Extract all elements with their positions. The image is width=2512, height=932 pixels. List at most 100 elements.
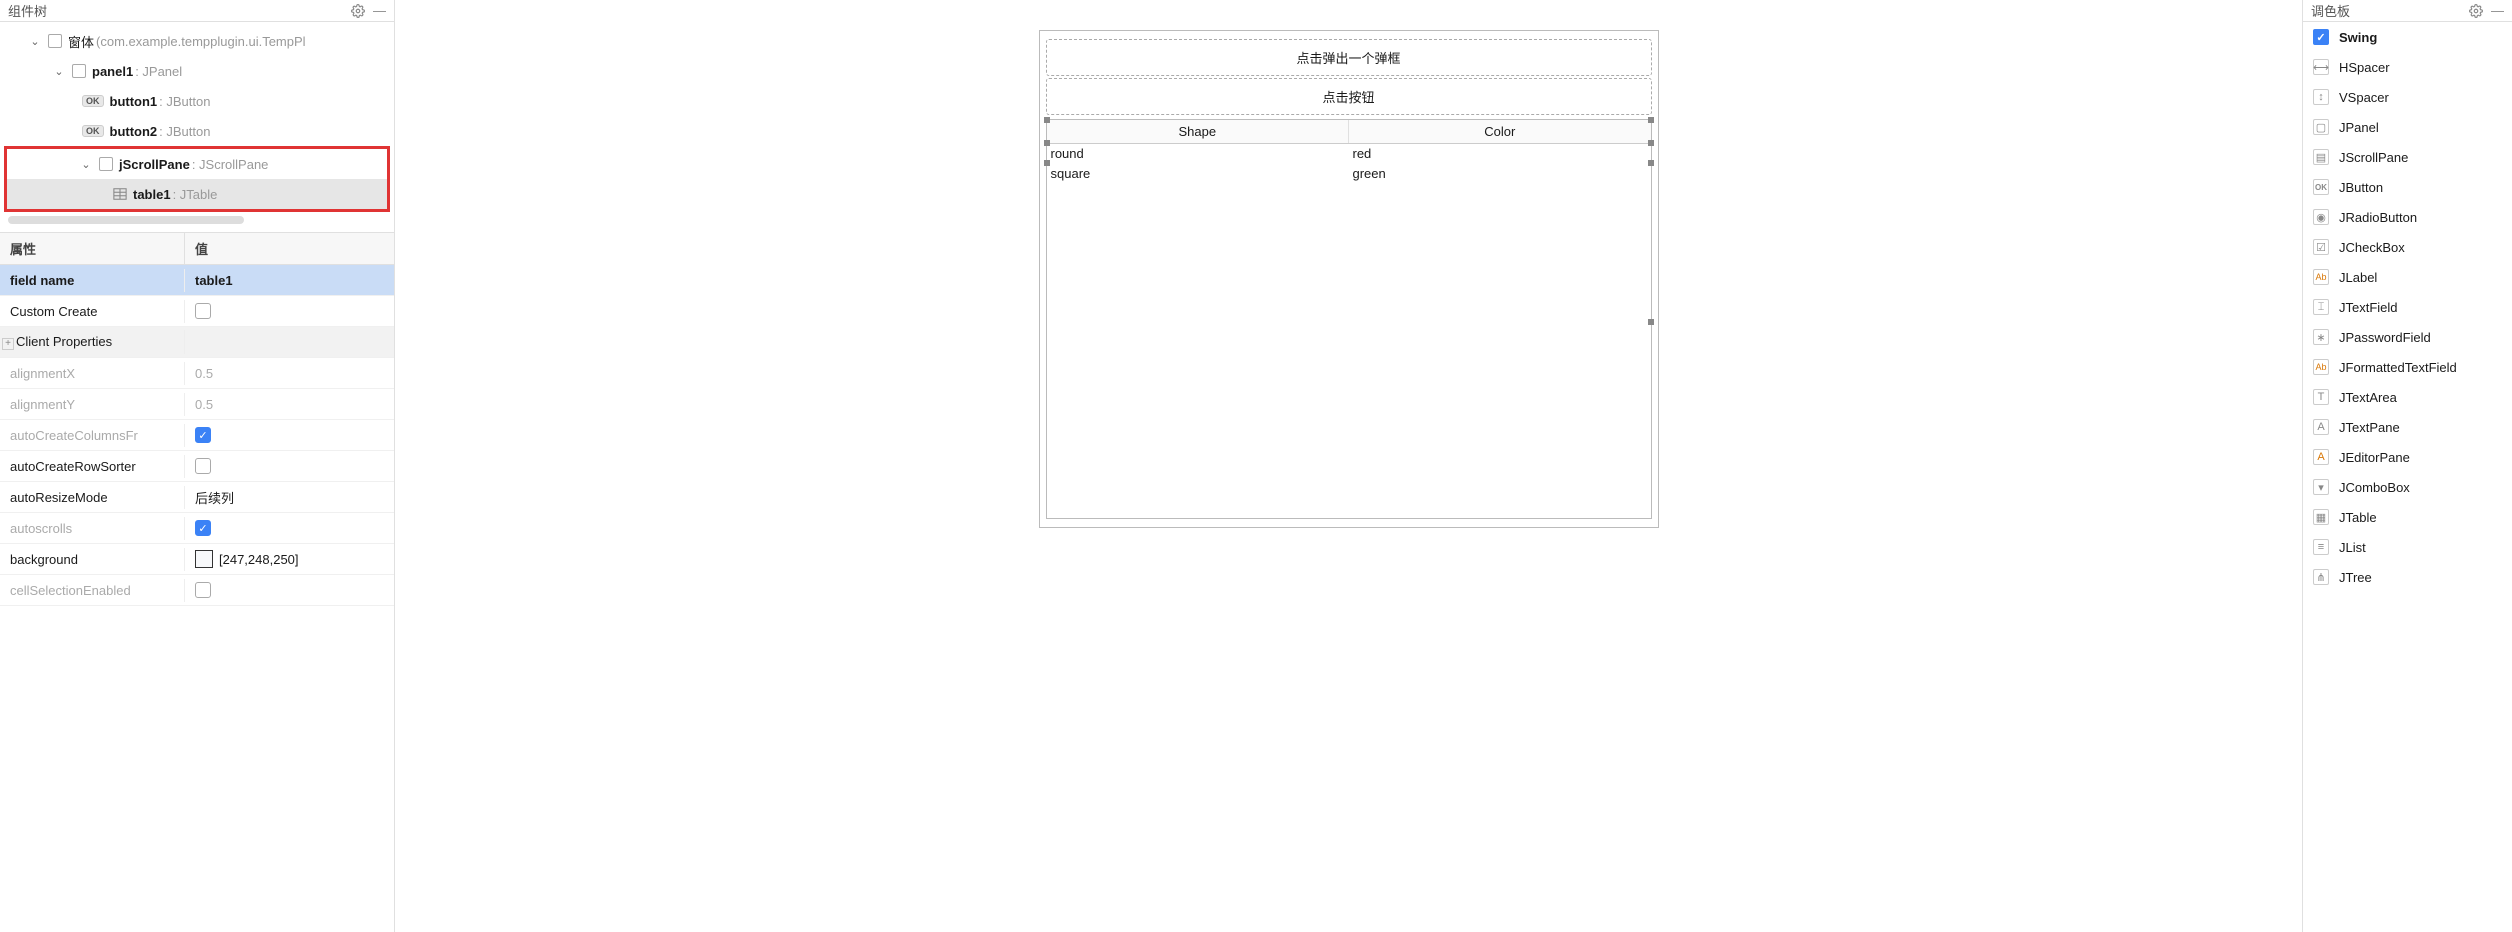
resize-handle[interactable] [1648,160,1654,166]
left-panel: 组件树 — ⌄ 窗体 (com.example.tempplugin.ui.Te… [0,0,395,932]
checkbox-icon: ☑ [2313,239,2329,255]
prop-row-background[interactable]: background [247,248,250] [0,544,394,575]
tree-type: : JScrollPane [192,157,269,172]
textfield-icon: ⌶ [2313,299,2329,315]
prop-row-autocreatecolumns[interactable]: autoCreateColumnsFr ✓ [0,420,394,451]
tree-label: panel1 [92,64,133,79]
editorpane-icon: A [2313,449,2329,465]
palette-jpasswordfield[interactable]: ∗JPasswordField [2303,322,2512,352]
prop-row-client-properties[interactable]: +Client Properties [0,327,394,358]
palette-jtree[interactable]: ⋔JTree [2303,562,2512,592]
ok-badge-icon: OK [82,125,104,137]
scrollbar[interactable] [8,216,244,224]
resize-handle[interactable] [1648,140,1654,146]
palette-jcheckbox[interactable]: ☑ JCheckBox [2303,232,2512,262]
palette-label: VSpacer [2339,90,2389,105]
palette-jscrollpane[interactable]: ▤JScrollPane [2303,142,2512,172]
table-header-cell: Shape [1047,120,1350,143]
palette-jlabel[interactable]: AbJLabel [2303,262,2512,292]
palette-jcombobox[interactable]: ▾JComboBox [2303,472,2512,502]
form-designer: 点击弹出一个弹框 点击按钮 Shape Color round red squa… [395,0,2302,932]
prop-value: 0.5 [185,362,394,385]
properties-panel: 属性 值 field name table1 Custom Create +Cl… [0,232,394,932]
prop-row-custom-create[interactable]: Custom Create [0,296,394,327]
palette-jpanel[interactable]: ▢JPanel [2303,112,2512,142]
preview-button-1[interactable]: 点击弹出一个弹框 [1046,39,1652,76]
palette-label: JCheckBox [2339,240,2405,255]
prop-name: autoCreateRowSorter [0,455,185,478]
tree-row-button1[interactable]: OK button1 : JButton [0,86,394,116]
prop-name: cellSelectionEnabled [0,579,185,602]
tree-type: : JTable [173,187,218,202]
checkbox-unchecked[interactable] [195,303,211,319]
checkbox-unchecked[interactable] [195,458,211,474]
color-swatch[interactable] [195,550,213,568]
palette-swing[interactable]: ✓ Swing [2303,22,2512,52]
tree-row-jscrollpane[interactable]: ⌄ jScrollPane : JScrollPane [7,149,387,179]
prop-row-field-name[interactable]: field name table1 [0,265,394,296]
expand-icon[interactable]: + [2,338,14,350]
tree-row-button2[interactable]: OK button2 : JButton [0,116,394,146]
preview-table[interactable]: Shape Color round red square green [1046,119,1652,519]
checkbox-unchecked[interactable] [195,582,211,598]
prop-value: 后续列 [185,484,394,511]
prop-name: background [0,548,185,571]
tree-row-table1[interactable]: table1 : JTable [7,179,387,209]
resize-handle[interactable] [1648,117,1654,123]
palette-hspacer[interactable]: ⟷HSpacer [2303,52,2512,82]
form-preview[interactable]: 点击弹出一个弹框 点击按钮 Shape Color round red squa… [1039,30,1659,528]
prop-row-autoresizemode[interactable]: autoResizeMode 后续列 [0,482,394,513]
chevron-down-icon: ⌄ [28,35,42,48]
gear-icon[interactable] [351,4,365,18]
prop-value: [247,248,250] [219,552,299,567]
palette-jformattedtextfield[interactable]: AbJFormattedTextField [2303,352,2512,382]
chevron-down-icon: ⌄ [52,65,66,78]
palette-label: JPasswordField [2339,330,2431,345]
prop-name: alignmentY [0,393,185,416]
palette-jtextpane[interactable]: AJTextPane [2303,412,2512,442]
tree-row-form[interactable]: ⌄ 窗体 (com.example.tempplugin.ui.TempPl [0,26,394,56]
tree-type: : JButton [159,124,210,139]
table-cell: round [1047,144,1349,164]
palette-jeditorpane[interactable]: AJEditorPane [2303,442,2512,472]
vspacer-icon: ↕ [2313,89,2329,105]
palette-jlist[interactable]: ≡JList [2303,532,2512,562]
palette-jbutton[interactable]: OKJButton [2303,172,2512,202]
formatted-icon: Ab [2313,359,2329,375]
palette-header: 调色板 — [2303,0,2512,22]
tree-row-panel1[interactable]: ⌄ panel1 : JPanel [0,56,394,86]
table-icon [113,187,127,201]
palette-jtextarea[interactable]: TJTextArea [2303,382,2512,412]
prop-row-autoscrolls[interactable]: autoscrolls ✓ [0,513,394,544]
palette-jradiobutton[interactable]: ◉JRadioButton [2303,202,2512,232]
prop-row-alignmenty[interactable]: alignmentY 0.5 [0,389,394,420]
palette-jtextfield[interactable]: ⌶JTextField [2303,292,2512,322]
minimize-icon[interactable]: — [373,3,386,18]
minimize-icon[interactable]: — [2491,3,2504,18]
tree-type: : JButton [159,94,210,109]
palette-vspacer[interactable]: ↕ VSpacer [2303,82,2512,112]
prop-name: Custom Create [0,300,185,323]
label-icon: Ab [2313,269,2329,285]
resize-handle[interactable] [1044,117,1050,123]
resize-handle[interactable] [1044,160,1050,166]
textpane-icon: A [2313,419,2329,435]
highlight-box: ⌄ jScrollPane : JScrollPane table1 : JTa… [4,146,390,212]
gear-icon[interactable] [2469,4,2483,18]
tree-label: jScrollPane [119,157,190,172]
preview-button-2[interactable]: 点击按钮 [1046,78,1652,115]
checkbox-checked[interactable]: ✓ [195,520,211,536]
table-cell: red [1349,144,1651,164]
palette-jtable[interactable]: ▦JTable [2303,502,2512,532]
checkbox-checked[interactable]: ✓ [195,427,211,443]
prop-row-autocreaterowsorter[interactable]: autoCreateRowSorter [0,451,394,482]
tree-type: (com.example.tempplugin.ui.TempPl [96,34,306,49]
prop-row-alignmentx[interactable]: alignmentX 0.5 [0,358,394,389]
resize-handle[interactable] [1044,140,1050,146]
palette-label: JTextArea [2339,390,2397,405]
palette-label: JPanel [2339,120,2379,135]
checkbox-icon [48,34,62,48]
prop-row-cellselection[interactable]: cellSelectionEnabled [0,575,394,606]
resize-handle[interactable] [1648,319,1654,325]
palette-label: Swing [2339,30,2377,45]
